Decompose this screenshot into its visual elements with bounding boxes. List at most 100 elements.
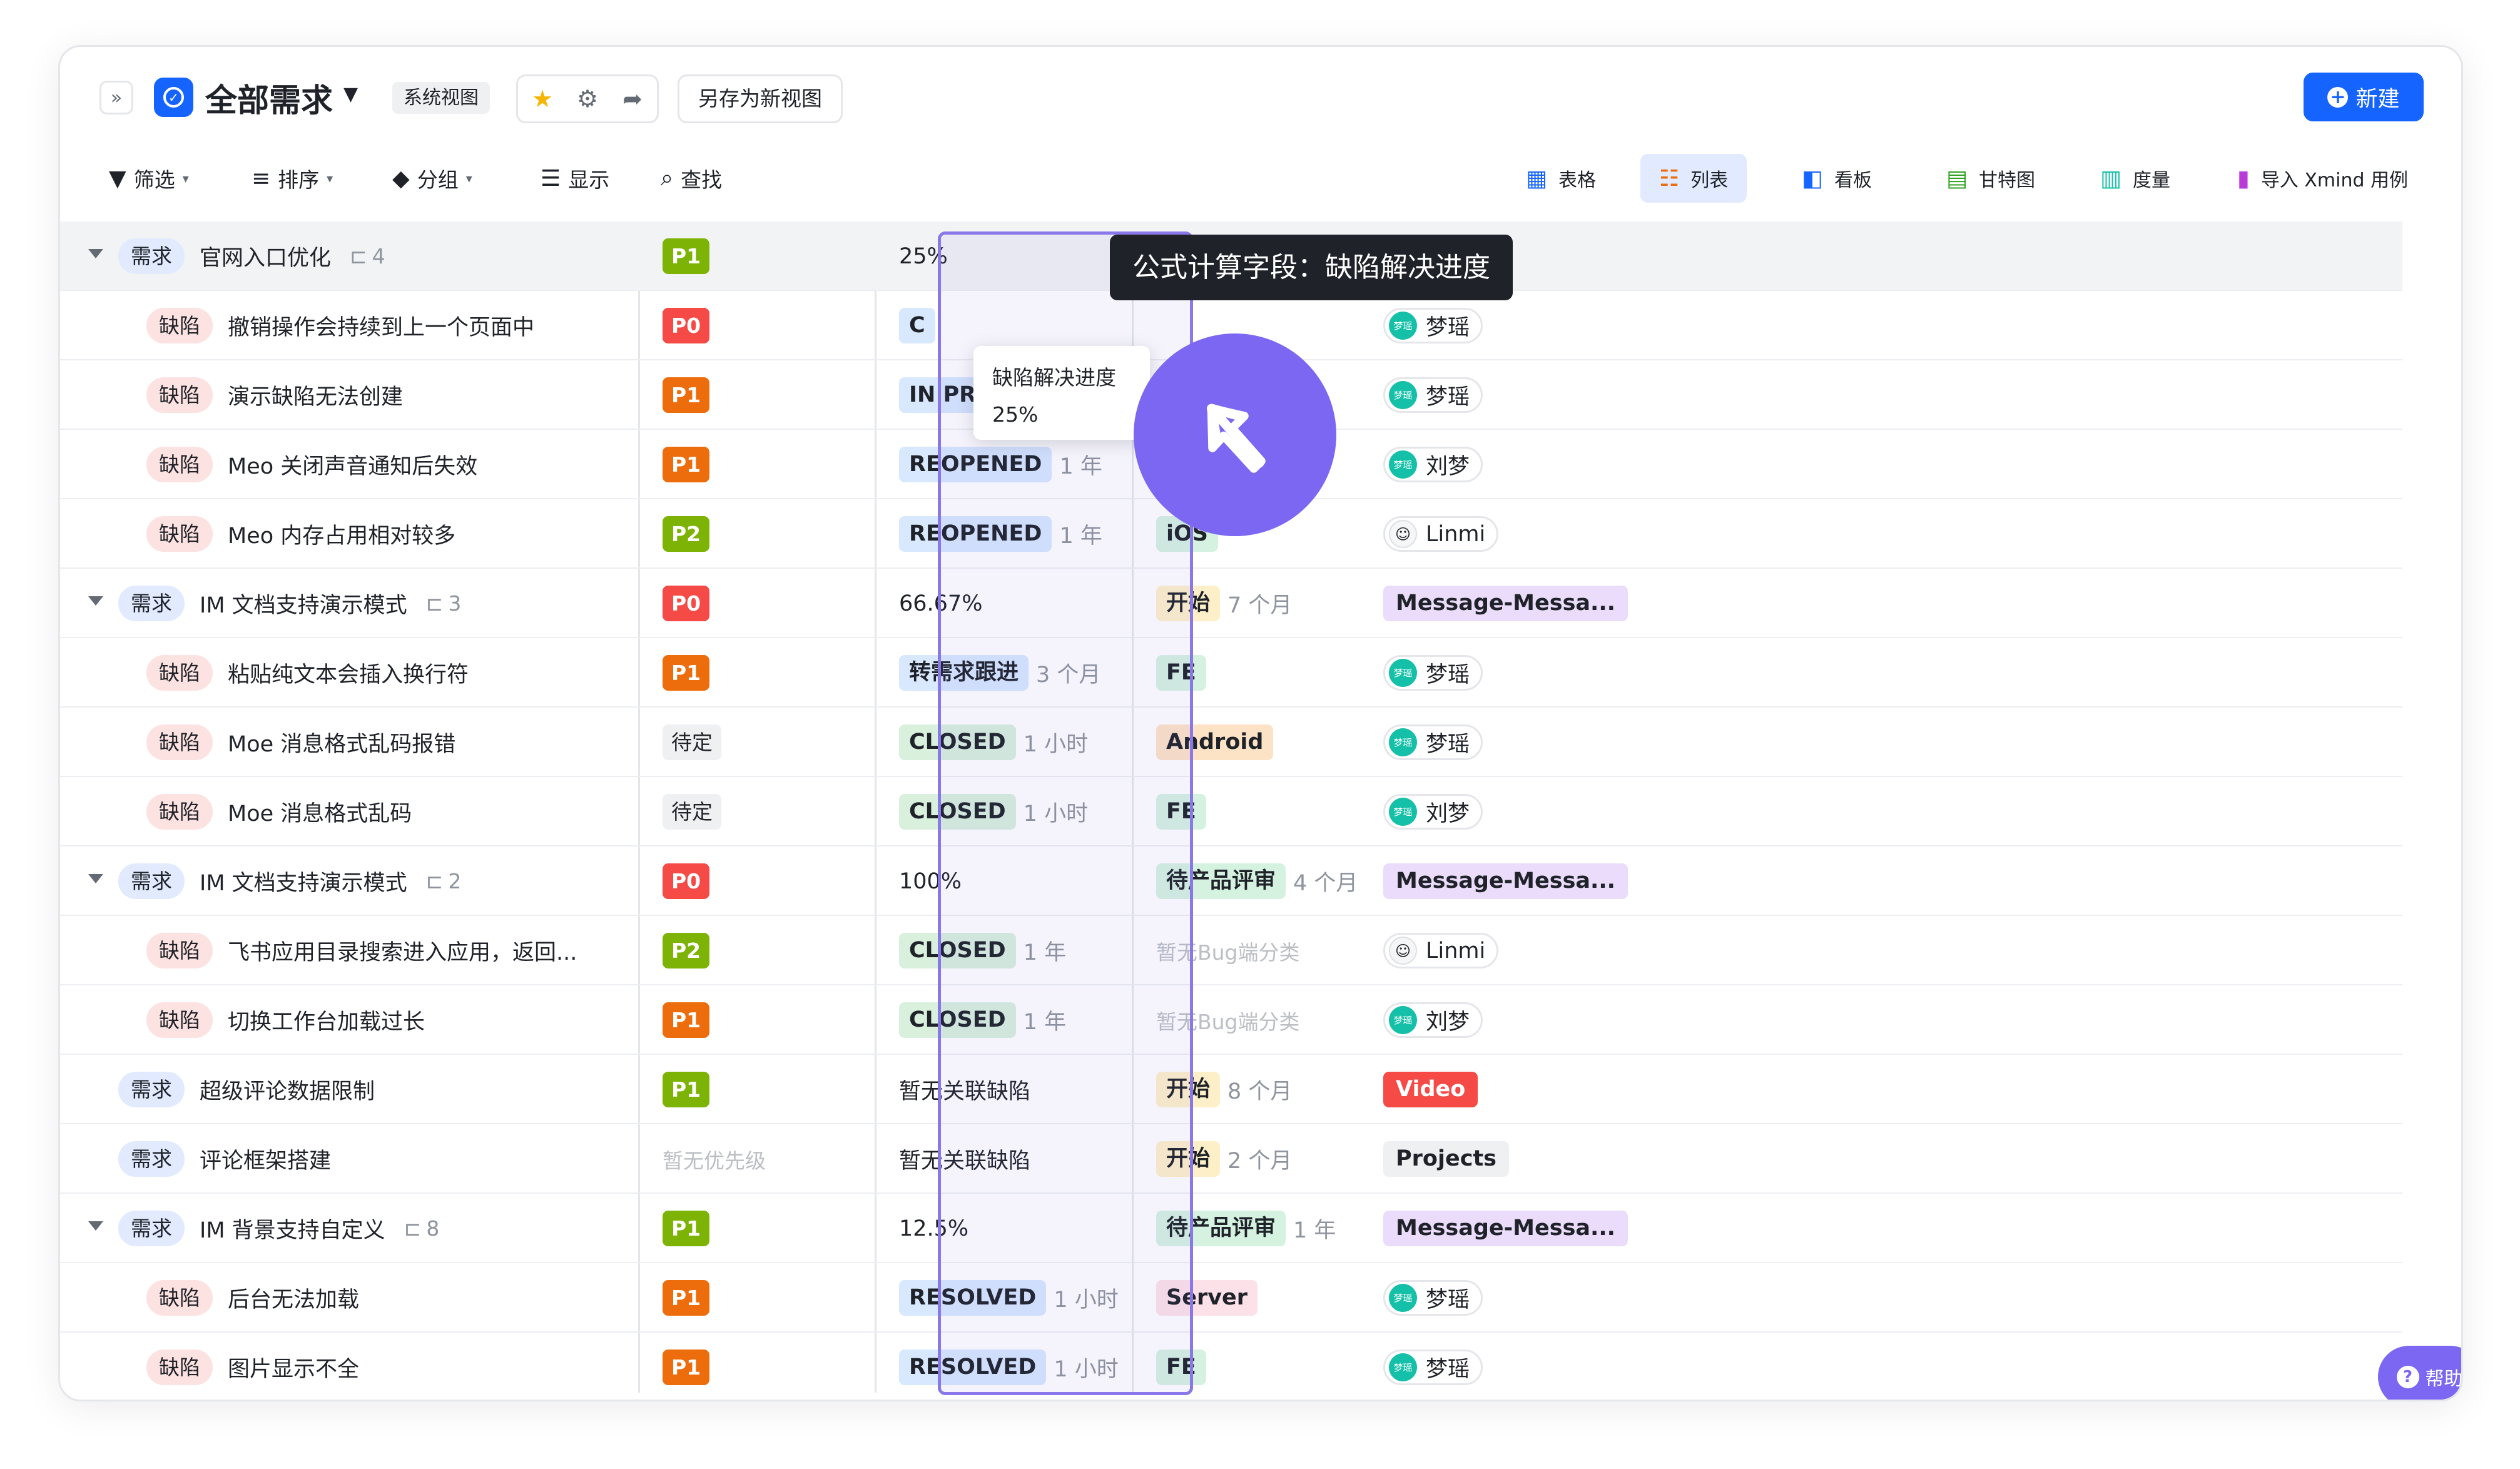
title-cell[interactable]: 需求 IM 文档支持演示模式 ⊏ 2 [118,846,461,916]
priority-cell[interactable]: P1 [663,638,710,708]
priority-cell[interactable]: P0 [663,846,710,916]
table-row[interactable]: 缺陷 后台无法加载 P1 RESOLVED 1 小时 Server 梦瑶 梦瑶 [60,1263,2402,1333]
item-name[interactable]: IM 文档支持演示模式 [200,587,407,619]
chevron-down-icon[interactable] [88,249,103,258]
progress-cell[interactable]: 66.67% [899,569,982,638]
item-name[interactable]: 粘贴纯文本会插入换行符 [228,657,469,689]
group-button[interactable]: ◆ 分组 ▾ [392,161,472,195]
assignee-cell[interactable]: 梦瑶 刘梦 [1383,985,1483,1055]
status-cell[interactable]: C [899,291,935,360]
project-cell[interactable]: Message-Messa... [1383,569,1628,638]
status-cell[interactable]: REOPENED 1 年 [899,430,1102,499]
title-cell[interactable]: 需求 官网入口优化 ⊏ 4 [118,221,385,291]
assignee-cell[interactable]: ☺ Linmi [1383,499,1499,569]
stage-cell[interactable]: 开始 8 个月 [1156,1055,1292,1124]
priority-cell[interactable]: P1 [663,1333,710,1400]
title-cell[interactable]: 缺陷 粘贴纯文本会插入换行符 [146,638,469,708]
title-cell[interactable]: 需求 IM 背景支持自定义 ⊏ 8 [118,1194,439,1263]
table-row[interactable]: 缺陷 Moe 消息格式乱码 待定 CLOSED 1 小时 FE 梦瑶 刘梦 [60,777,2402,846]
priority-cell[interactable]: P1 [663,430,710,499]
progress-cell[interactable]: 暂无关联缺陷 [899,1055,1030,1124]
title-cell[interactable]: 缺陷 后台无法加载 [146,1263,359,1333]
title-cell[interactable]: 需求 超级评论数据限制 [118,1055,375,1124]
priority-badge[interactable]: P0 [663,863,710,899]
priority-badge[interactable]: P1 [663,377,710,413]
item-name[interactable]: Meo 内存占用相对较多 [228,518,455,550]
priority-cell[interactable]: P1 [663,1055,710,1124]
item-name[interactable]: Meo 关闭声音通知后失效 [228,449,477,480]
title-cell[interactable]: 需求 IM 文档支持演示模式 ⊏ 3 [118,569,461,638]
progress-cell[interactable]: 暂无关联缺陷 [899,1124,1030,1194]
priority-badge[interactable]: 待定 [663,794,721,830]
assignee-chip[interactable]: 梦瑶 刘梦 [1383,794,1483,830]
project-cell[interactable]: Message-Messa... [1383,1194,1628,1263]
sort-button[interactable]: ≡ 排序 ▾ [251,161,333,195]
platform-cell[interactable]: Server [1156,1263,1258,1333]
item-name[interactable]: 超级评论数据限制 [200,1074,375,1106]
priority-cell[interactable]: P1 [663,985,710,1055]
priority-cell[interactable]: P2 [663,499,710,569]
chevron-down-icon[interactable] [88,596,103,606]
item-name[interactable]: 飞书应用目录搜索进入应用，返回... [228,935,577,967]
priority-cell[interactable]: P0 [663,291,710,360]
status-cell[interactable]: CLOSED 1 小时 [899,777,1088,846]
item-name[interactable]: 评论框架搭建 [200,1143,331,1175]
priority-empty[interactable]: 暂无优先级 [663,1144,766,1174]
item-name[interactable]: Moe 消息格式乱码 [228,796,412,828]
share-icon[interactable]: ➦ [616,82,649,116]
platform-cell[interactable]: 暂无Bug端分类 [1156,985,1300,1055]
priority-cell[interactable]: P0 [663,569,710,638]
priority-badge[interactable]: P1 [663,655,710,691]
assignee-cell[interactable]: 梦瑶 梦瑶 [1383,638,1483,708]
priority-cell[interactable]: 暂无优先级 [663,1124,766,1194]
title-cell[interactable]: 缺陷 撤销操作会持续到上一个页面中 [146,291,534,360]
stage-cell[interactable]: 开始 7 个月 [1156,569,1292,638]
item-name[interactable]: Moe 消息格式乱码报错 [228,726,455,758]
priority-badge[interactable]: P1 [663,1072,710,1107]
priority-badge[interactable]: P2 [663,933,710,968]
new-button[interactable]: + 新建 [2304,73,2424,121]
assignee-cell[interactable]: 梦瑶 刘梦 [1383,777,1483,846]
assignee-chip[interactable]: 梦瑶 梦瑶 [1383,1280,1483,1316]
platform-cell[interactable]: FE [1156,777,1206,846]
platform-cell[interactable]: FE [1156,638,1206,708]
view-kanban[interactable]: ◧ 看板 [1783,154,1891,203]
view-title[interactable]: 全部需求 [205,74,333,121]
item-name[interactable]: 演示缺陷无法创建 [228,379,403,411]
title-cell[interactable]: 缺陷 Meo 内存占用相对较多 [146,499,455,569]
project-cell[interactable]: Message-Messa... [1383,846,1628,916]
assignee-chip[interactable]: 梦瑶 梦瑶 [1383,1350,1483,1385]
item-name[interactable]: 撤销操作会持续到上一个页面中 [228,310,534,342]
priority-badge[interactable]: P0 [663,586,710,621]
title-cell[interactable]: 缺陷 飞书应用目录搜索进入应用，返回... [146,916,577,985]
priority-badge[interactable]: P1 [663,238,710,274]
item-name[interactable]: 切换工作台加载过长 [228,1004,425,1036]
assignee-chip[interactable]: ☺ Linmi [1383,933,1499,968]
assignee-chip[interactable]: 梦瑶 刘梦 [1383,1002,1483,1038]
view-list[interactable]: ☷ 列表 [1640,154,1747,203]
table-row[interactable]: 缺陷 切换工作台加载过长 P1 CLOSED 1 年 暂无Bug端分类 梦瑶 刘梦 [60,985,2402,1055]
item-name[interactable]: IM 文档支持演示模式 [200,865,407,897]
assignee-chip[interactable]: 梦瑶 梦瑶 [1383,308,1483,343]
table-row[interactable]: 需求 超级评论数据限制 P1 暂无关联缺陷 开始 8 个月 Video [60,1055,2402,1124]
table-row[interactable]: 缺陷 粘贴纯文本会插入换行符 P1 转需求跟进 3 个月 FE 梦瑶 梦瑶 [60,638,2402,708]
stage-cell[interactable]: 开始 2 个月 [1156,1124,1292,1194]
table-row[interactable]: 需求 IM 文档支持演示模式 ⊏ 3 P0 66.67% 开始 7 个月 Message-Mes… [60,569,2402,638]
table-row[interactable]: 需求 IM 背景支持自定义 ⊏ 8 P1 12.5% 待产品评审 1 年 Message-Mes… [60,1194,2402,1263]
priority-badge[interactable]: P1 [663,1350,710,1385]
platform-cell[interactable]: 暂无Bug端分类 [1156,916,1300,985]
title-cell[interactable]: 缺陷 Meo 关闭声音通知后失效 [146,430,477,499]
table-row[interactable]: 缺陷 飞书应用目录搜索进入应用，返回... P2 CLOSED 1 年 暂无Bug端分类 ☺… [60,916,2402,985]
progress-cell[interactable]: 25% [899,221,948,291]
item-name[interactable]: IM 背景支持自定义 [200,1212,385,1244]
assignee-cell[interactable]: 梦瑶 梦瑶 [1383,1263,1483,1333]
priority-cell[interactable]: P2 [663,916,710,985]
priority-badge[interactable]: P2 [663,516,710,552]
stage-cell[interactable]: 待产品评审 1 年 [1156,1194,1336,1263]
progress-cell[interactable]: 12.5% [899,1194,968,1263]
status-cell[interactable]: CLOSED 1 年 [899,985,1066,1055]
title-cell[interactable]: 缺陷 Moe 消息格式乱码 [146,777,412,846]
platform-cell[interactable]: Android [1156,708,1274,777]
priority-cell[interactable]: P1 [663,360,710,430]
priority-cell[interactable]: 待定 [663,777,721,846]
